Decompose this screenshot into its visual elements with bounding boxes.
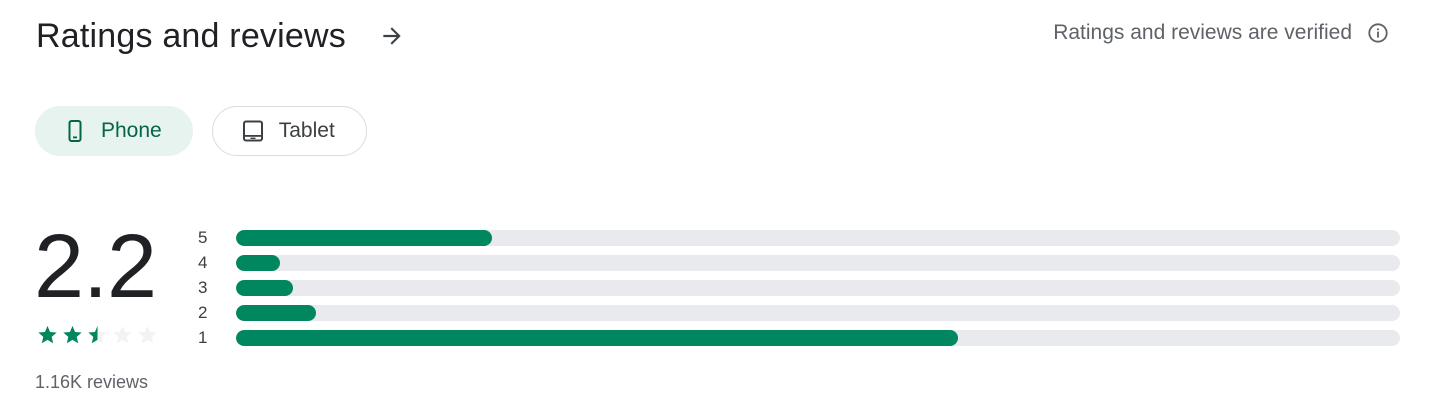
rating-bar-label: 1 bbox=[198, 327, 208, 347]
tab-phone[interactable]: Phone bbox=[35, 106, 193, 156]
info-icon[interactable] bbox=[1366, 21, 1390, 45]
rating-bar-track bbox=[236, 229, 1400, 246]
device-tabs: Phone Tablet bbox=[35, 106, 367, 156]
rating-bar-row: 2 bbox=[198, 300, 1400, 325]
star-full-icon bbox=[38, 325, 57, 344]
rating-bar-track bbox=[236, 279, 1400, 296]
star-half-icon bbox=[88, 325, 107, 344]
rating-bar-label: 4 bbox=[198, 252, 208, 272]
star-full-icon bbox=[63, 325, 82, 344]
tab-phone-label: Phone bbox=[101, 119, 162, 142]
arrow-right-icon[interactable] bbox=[376, 20, 408, 52]
rating-bar-row: 5 bbox=[198, 225, 1400, 250]
star-empty-icon bbox=[138, 325, 157, 344]
verified-notice: Ratings and reviews are verified bbox=[1053, 21, 1390, 45]
rating-bar-fill bbox=[236, 254, 281, 271]
phone-icon bbox=[63, 119, 87, 143]
star-empty-icon bbox=[113, 325, 132, 344]
rating-bar-track bbox=[236, 329, 1400, 346]
rating-bar-label: 5 bbox=[198, 227, 208, 247]
rating-bar-track bbox=[236, 304, 1400, 321]
rating-bar-track bbox=[236, 254, 1400, 271]
tab-tablet-label: Tablet bbox=[278, 119, 335, 142]
star-rating bbox=[36, 324, 159, 346]
verified-text: Ratings and reviews are verified bbox=[1053, 21, 1352, 44]
average-rating: 2.2 bbox=[34, 217, 157, 317]
section-header: Ratings and reviews bbox=[36, 14, 408, 58]
rating-bar-row: 4 bbox=[198, 250, 1400, 275]
rating-bar-fill bbox=[236, 304, 317, 321]
tablet-icon bbox=[241, 119, 265, 143]
rating-bar-fill bbox=[236, 229, 493, 246]
rating-bar-row: 3 bbox=[198, 275, 1400, 300]
rating-bar-fill bbox=[236, 329, 958, 346]
rating-distribution: 5 4 3 2 1 bbox=[198, 225, 1400, 350]
rating-bar-label: 2 bbox=[198, 302, 208, 322]
ratings-and-reviews-section: Ratings and reviews Ratings and reviews … bbox=[0, 0, 1438, 417]
section-title: Ratings and reviews bbox=[36, 16, 346, 55]
rating-bar-row: 1 bbox=[198, 325, 1400, 350]
rating-bar-label: 3 bbox=[198, 277, 208, 297]
tab-tablet[interactable]: Tablet bbox=[211, 106, 367, 156]
rating-bar-fill bbox=[236, 279, 294, 296]
review-count: 1.16K reviews bbox=[35, 372, 149, 392]
